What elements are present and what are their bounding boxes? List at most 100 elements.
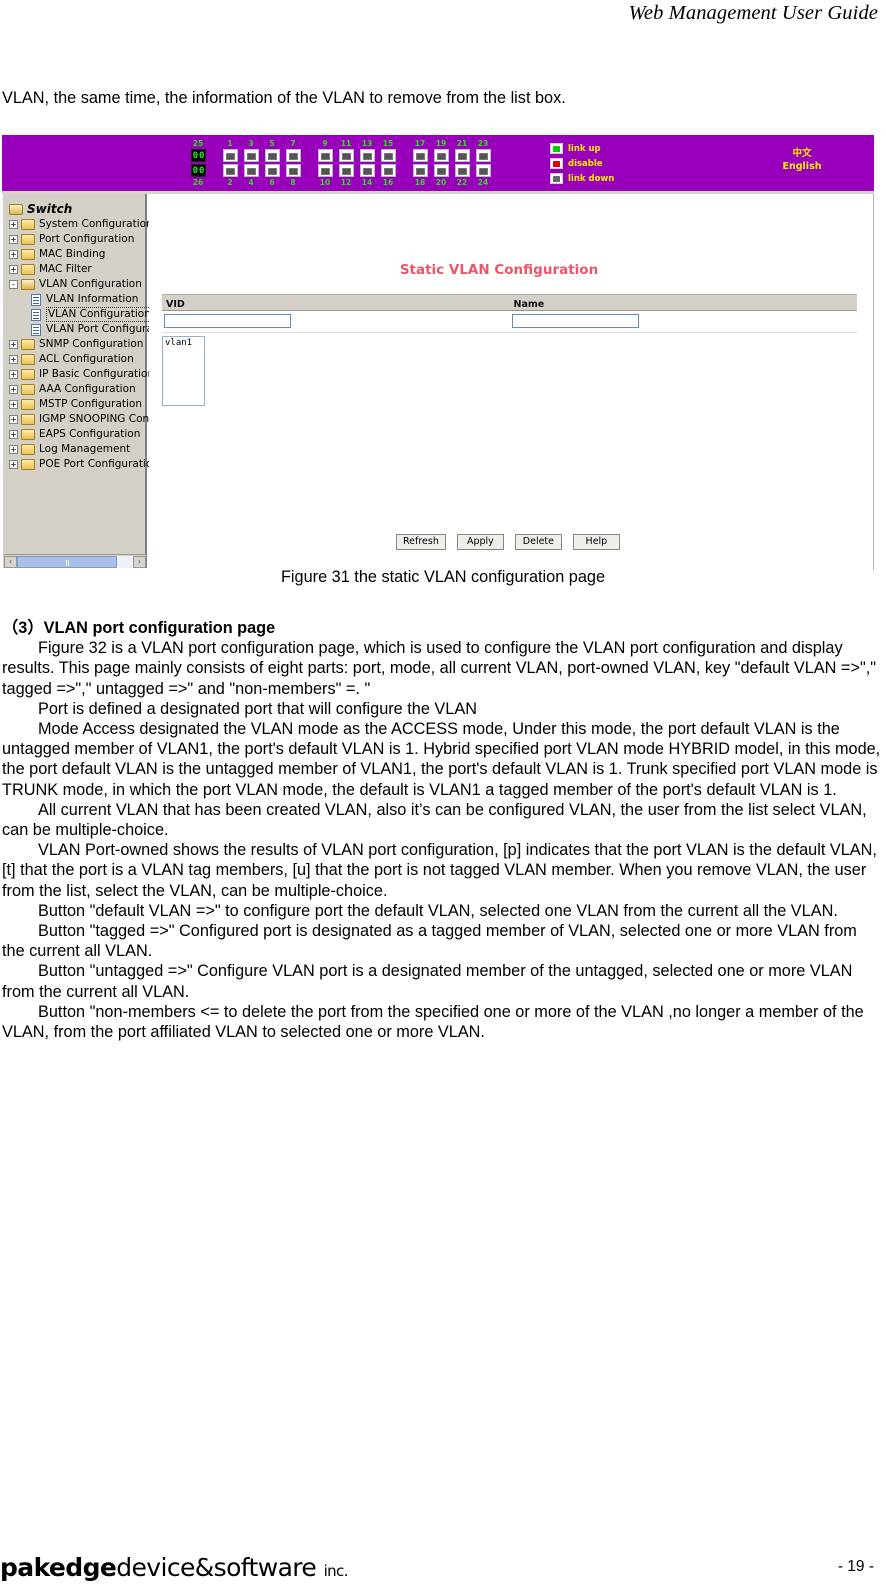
vlan-list-box[interactable]: vlan1 <box>162 336 205 406</box>
rj45-port-icon[interactable] <box>317 149 333 162</box>
expand-icon[interactable]: + <box>9 235 18 244</box>
rj45-port-icon[interactable] <box>475 164 491 177</box>
rj45-port-icon[interactable] <box>475 149 491 162</box>
rj45-port-icon[interactable] <box>412 149 428 162</box>
apply-button[interactable]: Apply <box>456 534 504 550</box>
delete-button[interactable]: Delete <box>514 534 562 550</box>
page-icon <box>31 308 41 321</box>
scrollbar-track[interactable] <box>17 555 133 568</box>
sidebar-item-port-configuration[interactable]: + Port Configuration <box>3 232 147 247</box>
sidebar-item-igmp-snooping-configuration[interactable]: + IGMP SNOOPING Configura <box>3 412 180 427</box>
rj45-port-icon[interactable] <box>243 149 259 162</box>
port-number-top: 21 <box>456 139 468 148</box>
sidebar-item-mac-filter[interactable]: + MAC Filter <box>3 262 147 277</box>
sidebar-item-label: POE Port Configuration <box>39 458 159 470</box>
rj45-port-icon[interactable] <box>454 149 470 162</box>
expand-icon[interactable]: + <box>9 460 18 469</box>
list-item[interactable]: vlan1 <box>165 338 202 349</box>
sidebar-item-label: EAPS Configuration <box>39 428 141 440</box>
expand-icon[interactable]: + <box>9 355 18 364</box>
expand-icon[interactable]: + <box>9 430 18 439</box>
sidebar-item-label: Port Configuration <box>39 233 135 245</box>
port-column-7: 13 14 <box>357 139 377 187</box>
column-header-label: Name <box>513 298 545 310</box>
folder-icon <box>21 429 35 440</box>
sfp-port-icon-26[interactable] <box>190 164 207 177</box>
rj45-port-icon[interactable] <box>359 164 375 177</box>
port-number-bottom: 26 <box>192 178 204 187</box>
rj45-port-icon[interactable] <box>222 164 238 177</box>
folder-icon <box>21 459 35 470</box>
port-status-legend: link up disable link down <box>550 142 614 187</box>
tree-root-switch[interactable]: Switch <box>3 202 147 217</box>
port-number-bottom: 8 <box>290 178 296 187</box>
paragraph-9: Button "non-members <= to delete the por… <box>2 1002 864 1042</box>
rj45-port-icon[interactable] <box>264 164 280 177</box>
refresh-button[interactable]: Refresh <box>396 534 446 550</box>
scrollbar-thumb[interactable] <box>17 555 117 568</box>
sidebar-item-system-configuration[interactable]: + System Configuration <box>3 217 153 232</box>
content-pane: Static VLAN Configuration VID Name vlan1… <box>149 194 874 570</box>
language-link-chinese[interactable]: 中文 <box>772 147 832 160</box>
rj45-port-icon[interactable] <box>454 164 470 177</box>
vid-input[interactable] <box>164 314 291 328</box>
expand-icon[interactable]: + <box>9 340 18 349</box>
tree-root-label: Switch <box>27 202 73 216</box>
rj45-port-icon[interactable] <box>338 149 354 162</box>
expand-icon[interactable]: + <box>9 220 18 229</box>
expand-icon[interactable]: + <box>9 250 18 259</box>
sidebar-item-snmp-configuration[interactable]: + SNMP Configuration <box>3 337 147 352</box>
sidebar-item-mac-binding[interactable]: + MAC Binding <box>3 247 147 262</box>
expand-icon[interactable]: + <box>9 400 18 409</box>
language-link-english[interactable]: English <box>772 160 832 173</box>
sidebar-item-acl-configuration[interactable]: + ACL Configuration <box>3 352 147 367</box>
rj45-port-icon[interactable] <box>380 149 396 162</box>
sidebar-item-log-management[interactable]: + Log Management <box>3 442 147 457</box>
sfp-port-icon-25[interactable] <box>190 149 207 162</box>
sidebar-item-mstp-configuration[interactable]: + MSTP Configuration <box>3 397 147 412</box>
sidebar-item-vlan-configuration[interactable]: - VLAN Configuration <box>3 277 147 292</box>
rj45-port-icon[interactable] <box>338 164 354 177</box>
collapse-icon[interactable]: - <box>9 280 18 289</box>
rj45-port-icon[interactable] <box>243 164 259 177</box>
rj45-port-icon[interactable] <box>285 164 301 177</box>
sidebar-item-aaa-configuration[interactable]: + AAA Configuration <box>3 382 147 397</box>
sidebar-item-poe-port-configuration[interactable]: + POE Port Configuration <box>3 457 159 472</box>
sidebar-item-ip-basic-configuration[interactable]: + IP Basic Configuration <box>3 367 154 382</box>
rj45-port-icon[interactable] <box>264 149 280 162</box>
port-number-top: 7 <box>290 139 296 148</box>
expand-icon[interactable]: + <box>9 265 18 274</box>
scroll-left-arrow-icon[interactable]: ‹ <box>4 555 17 568</box>
rj45-port-icon[interactable] <box>412 164 428 177</box>
lead-paragraph: VLAN, the same time, the information of … <box>2 89 566 107</box>
port-column-11: 21 22 <box>452 139 472 187</box>
rj45-port-icon[interactable] <box>317 164 333 177</box>
navigation-tree: Switch + System Configuration + Port Con… <box>3 202 180 472</box>
rj45-port-icon[interactable] <box>433 149 449 162</box>
name-input[interactable] <box>511 314 639 328</box>
port-number-top: 23 <box>477 139 489 148</box>
expand-icon[interactable]: + <box>9 385 18 394</box>
sidebar-item-vlan-port-configuration[interactable]: VLAN Port Configuration <box>3 322 173 337</box>
sidebar-horizontal-scrollbar[interactable]: ‹ › <box>4 554 146 568</box>
folder-icon <box>21 384 35 395</box>
expand-icon[interactable]: + <box>9 415 18 424</box>
help-button[interactable]: Help <box>572 534 620 550</box>
rj45-port-icon[interactable] <box>359 149 375 162</box>
sidebar-item-eaps-configuration[interactable]: + EAPS Configuration <box>3 427 147 442</box>
port-group-2: 9 10 11 12 13 14 15 16 <box>315 139 399 187</box>
sidebar-item-vlan-configuration-page[interactable]: VLAN Configuration <box>3 307 153 322</box>
language-switcher: 中文 English <box>772 147 832 173</box>
action-button-row: Refresh Apply Delete Help <box>396 534 631 550</box>
scroll-right-arrow-icon[interactable]: › <box>133 555 146 568</box>
sidebar-item-label: SNMP Configuration <box>39 338 144 350</box>
rj45-port-icon[interactable] <box>222 149 238 162</box>
rj45-port-icon[interactable] <box>433 164 449 177</box>
rj45-port-icon[interactable] <box>380 164 396 177</box>
sidebar-item-vlan-information[interactable]: VLAN Information <box>3 292 147 307</box>
page-icon <box>31 293 41 306</box>
expand-icon[interactable]: + <box>9 445 18 454</box>
port-column-10: 19 20 <box>431 139 451 187</box>
expand-icon[interactable]: + <box>9 370 18 379</box>
rj45-port-icon[interactable] <box>285 149 301 162</box>
